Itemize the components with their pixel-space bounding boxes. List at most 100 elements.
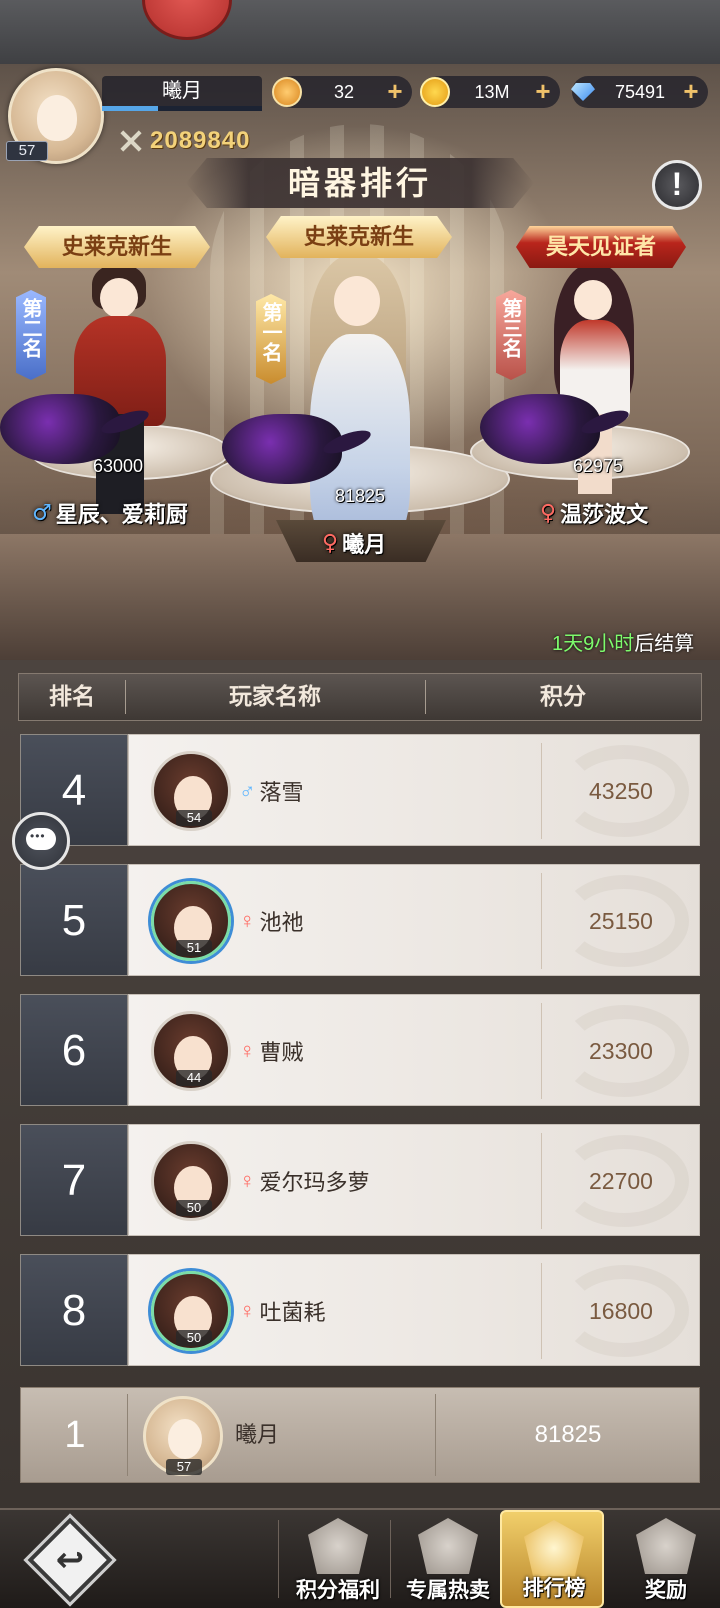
add-diamonds-button[interactable]: + [680, 78, 702, 104]
chat-button[interactable] [12, 812, 70, 870]
second-place-label: 第二名 [19, 298, 43, 358]
player-name-text: 吐菌耗 [259, 1300, 326, 1325]
first-name-text: 曦月 [342, 532, 387, 558]
rank-number: 6 [61, 1026, 87, 1075]
female-icon: ♀ [239, 1298, 256, 1323]
resource-medals: 32 + [272, 76, 412, 108]
player-name: ♂ 落雪 [239, 735, 304, 847]
player-name: ♀ 池祂 [239, 865, 304, 977]
first-place-tag: 第一名 [256, 294, 286, 384]
timer-suffix: 后结算 [634, 633, 695, 655]
player-score: 43250 [589, 778, 653, 804]
player-level: 51 [176, 940, 212, 956]
crown-emblem-icon [524, 1520, 584, 1576]
second-name[interactable]: ♂ 星辰、爱莉厨 [32, 496, 188, 530]
table-row[interactable]: 8 50 ♀ 吐菌耗 16800 [20, 1254, 700, 1366]
player-level: 50 [176, 1200, 212, 1216]
player-name-text: 池祂 [259, 910, 304, 935]
page-title-banner: 暗器排行 [186, 158, 534, 208]
second-title: 史莱克新生 [61, 234, 172, 260]
tab-points-benefits[interactable]: 积分福利 [286, 1510, 390, 1608]
table-row[interactable]: 7 50 ♀ 爱尔玛多萝 22700 [20, 1124, 700, 1236]
third-name[interactable]: ♀ 温莎波文 [540, 496, 648, 530]
third-place-tag: 第三名 [496, 290, 526, 380]
tab-label: 积分福利 [296, 1577, 380, 1602]
player-level: 57 [6, 141, 48, 161]
add-medals-button[interactable]: + [384, 78, 406, 104]
female-icon: ♀ [540, 500, 557, 526]
row-body: 54 ♂ 落雪 43250 [128, 734, 700, 846]
row-body: 51 ♀ 池祂 25150 [128, 864, 700, 976]
dragon-pet-right [480, 394, 600, 464]
combat-power: 2089840 [118, 126, 250, 156]
row-body: 44 ♀ 曹贼 23300 [128, 994, 700, 1106]
shop-emblem-icon [418, 1518, 478, 1574]
diamond-icon [568, 77, 598, 107]
add-coins-button[interactable]: + [532, 78, 554, 104]
first-title-badge: 史莱克新生 [266, 216, 452, 258]
player-avatar[interactable]: 54 [151, 751, 231, 831]
player-avatar[interactable]: 50 [151, 1271, 231, 1351]
resource-diamonds: 75491 + [572, 76, 708, 108]
my-avatar[interactable]: 57 [143, 1396, 223, 1476]
header-player-name: 玩家名称 [229, 683, 321, 710]
reward-emblem-icon [636, 1518, 696, 1574]
third-score: 62975 [572, 456, 624, 476]
coin-icon [420, 77, 450, 107]
resource-coins: 13M + [420, 76, 560, 108]
dragon-pet-center [222, 414, 342, 484]
player-exp-fill [102, 106, 158, 111]
first-title: 史莱克新生 [303, 224, 414, 250]
table-header: 排名 玩家名称 积分 [18, 673, 702, 721]
my-rank-number: 1 [64, 1414, 86, 1456]
table-row[interactable]: 4 54 ♂ 落雪 43250 [20, 734, 700, 846]
tab-rewards[interactable]: 奖励 [614, 1510, 718, 1608]
my-rank-row: 1 57 曦月 81825 [20, 1387, 700, 1483]
female-icon: ♀ [239, 1168, 256, 1193]
female-icon: ♀ [239, 908, 256, 933]
third-place-label: 第三名 [499, 298, 523, 358]
combat-power-value: 2089840 [150, 127, 251, 154]
female-icon: ♀ [239, 1038, 256, 1063]
table-row[interactable]: 6 44 ♀ 曹贼 23300 [20, 994, 700, 1106]
timer-remaining: 1天9小时 [552, 633, 635, 655]
tab-leaderboard[interactable]: 排行榜 [500, 1510, 604, 1608]
third-title: 昊天见证者 [545, 234, 656, 260]
nav-divider [278, 1520, 279, 1598]
my-name: 曦月 [235, 1422, 280, 1447]
table-row[interactable]: 5 51 ♀ 池祂 25150 [20, 864, 700, 976]
header-rank: 排名 [49, 683, 95, 710]
player-exp-bar [102, 106, 262, 111]
female-icon: ♀ [322, 530, 339, 556]
back-button[interactable]: ↩ [27, 1517, 113, 1603]
player-avatar[interactable]: 44 [151, 1011, 231, 1091]
player-score: 22700 [589, 1168, 653, 1194]
my-score: 81825 [534, 1421, 602, 1448]
tab-exclusive-sale[interactable]: 专属热卖 [396, 1510, 500, 1608]
info-button[interactable]: ! [652, 160, 702, 210]
rank-cell: 5 [20, 864, 128, 976]
tab-label: 奖励 [645, 1577, 687, 1602]
podium-scene [0, 64, 720, 660]
player-level: 54 [176, 810, 212, 826]
resource-medals-value: 32 [333, 82, 355, 102]
player-name: ♀ 曹贼 [239, 995, 304, 1107]
first-place-label: 第一名 [259, 302, 283, 362]
third-name-text: 温莎波文 [560, 502, 649, 528]
first-score: 81825 [334, 486, 386, 506]
player-avatar[interactable]: 51 [151, 881, 231, 961]
resource-coins-value: 13M [474, 82, 510, 102]
first-name[interactable]: ♀ 曦月 [322, 526, 386, 560]
player-score: 23300 [589, 1038, 653, 1064]
settlement-timer: 1天9小时后结算 [552, 627, 694, 656]
first-place-character[interactable] [270, 254, 450, 554]
tab-label: 专属热卖 [406, 1577, 490, 1602]
my-level: 57 [166, 1459, 202, 1475]
rank-number: 8 [61, 1286, 87, 1335]
my-rank-cell: 1 [21, 1388, 129, 1482]
resource-diamonds-value: 75491 [614, 82, 666, 102]
player-score: 25150 [589, 908, 653, 934]
chat-bubble-icon [26, 828, 56, 850]
tab-label: 排行榜 [522, 1575, 586, 1600]
player-avatar[interactable]: 50 [151, 1141, 231, 1221]
